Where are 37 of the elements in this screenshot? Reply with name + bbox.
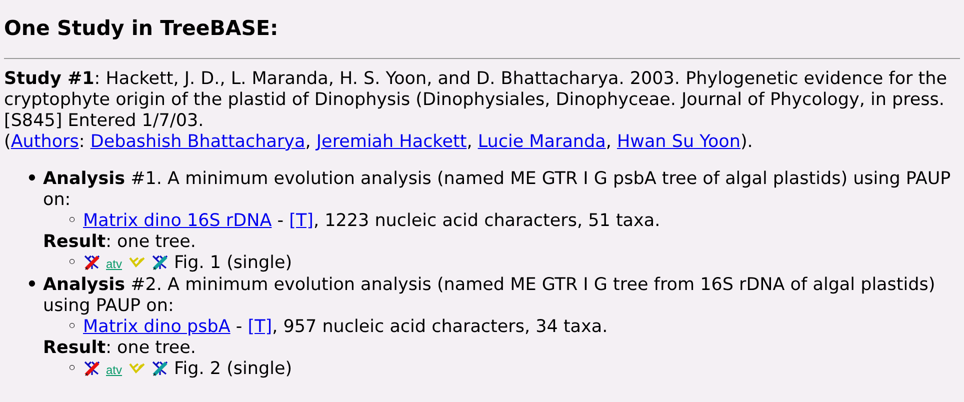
author-link[interactable]: Lucie Maranda [478,132,606,152]
bullet-mark: ◦ [66,211,78,232]
matrix-details: , 957 nucleic acid characters, 34 taxa. [272,317,608,337]
bullet-mark: ◦ [66,359,78,381]
bullet-mark: • [25,275,39,297]
tree-link[interactable]: [T] [248,317,272,337]
separator: - [234,317,244,337]
matrix-details: , 1223 nucleic acid characters, 51 taxa. [313,211,660,231]
analysis-description: Analysis #1. A minimum evolution analysis (named ME GTR I G psbA tree of algal plastids) using PAUP on: [43,169,951,210]
punctuation: , [305,132,312,152]
pencil-tree-icon[interactable] [151,254,170,270]
bullet-mark: ◦ [66,317,78,338]
pencil-tree-icon[interactable] [83,360,101,376]
figure-label: Fig. 2 (single) [174,359,292,379]
punctuation: ( [4,132,11,152]
bullet-mark: • [25,169,39,191]
pencil-tree-icon[interactable] [151,360,170,376]
matrix-link[interactable]: Matrix dino 16S rDNA [83,211,272,231]
author-link[interactable]: Jeremiah Hackett [316,132,467,152]
analysis-description: Analysis #2. A minimum evolution analysis (named ME GTR I G tree from 16S rDNA of algal plastids) using PAUP on: [43,275,936,316]
separator: - [276,211,285,231]
punctuation: ). [740,132,753,152]
page-title: One Study in TreeBASE: [4,17,280,39]
author-link[interactable]: Authors [10,132,79,152]
bullet-mark: ◦ [66,253,78,275]
tree-link[interactable]: [T] [289,211,314,231]
author-link[interactable]: Debashish Bhattacharya [90,132,306,152]
punctuation: , [466,132,474,152]
result-text: Result: one tree. [43,232,196,252]
punctuation: : [78,132,86,152]
figure-label: Fig. 1 (single) [174,253,292,273]
punctuation: , [606,132,612,152]
result-text: Result: one tree. [43,338,196,358]
matrix-link[interactable]: Matrix dino psbA [83,317,230,337]
study-citation: Study #1: Hackett, J. D., L. Maranda, H. S. Yoon, and D. Bhattacharya. 2003. Phylogenetic evidence for the cryptophyte origin of the plastid of Dinophysis (Dinophysiales, Dinophyceae. Journal of Phycology, in press. [S845] Entered 1/7/03. [4,69,948,131]
pencil-tree-icon[interactable] [83,254,101,270]
author-link[interactable]: Hwan Su Yoon [616,132,740,152]
